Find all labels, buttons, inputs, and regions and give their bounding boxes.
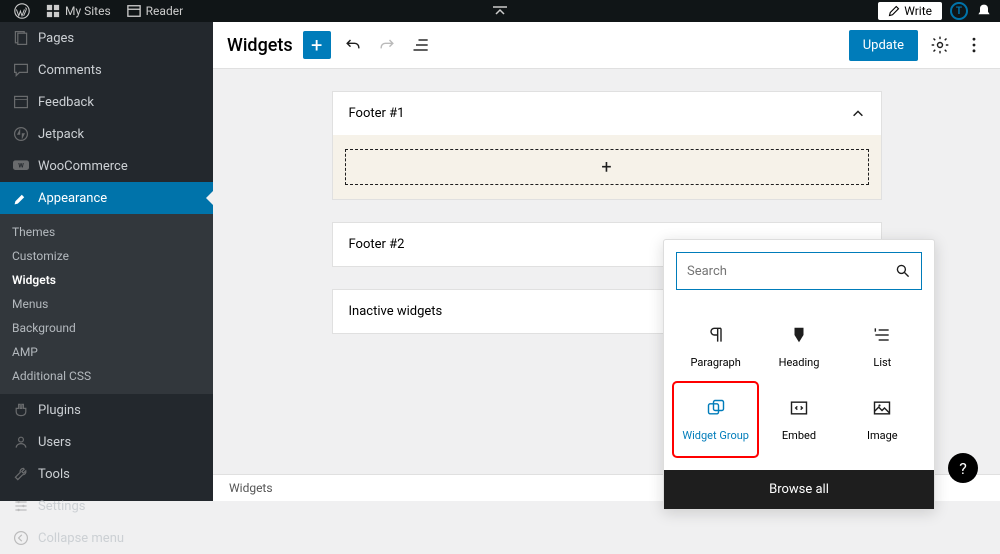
feedback-icon bbox=[12, 93, 30, 111]
notifications-icon[interactable] bbox=[976, 3, 992, 19]
submenu-menus[interactable]: Menus bbox=[0, 292, 213, 316]
submenu-amp[interactable]: AMP bbox=[0, 340, 213, 364]
appearance-submenu: Themes Customize Widgets Menus Backgroun… bbox=[0, 214, 213, 394]
breadcrumb-label: Widgets bbox=[229, 481, 273, 495]
svg-text:W: W bbox=[18, 162, 24, 170]
sidebar-item-plugins[interactable]: Plugins bbox=[0, 394, 213, 426]
sidebar-label: Appearance bbox=[38, 191, 107, 206]
block-label: List bbox=[873, 356, 891, 369]
sidebar-label: Comments bbox=[38, 63, 102, 78]
sidebar-label: Pages bbox=[38, 31, 74, 46]
reader-label: Reader bbox=[146, 4, 183, 18]
sidebar-item-pages[interactable]: Pages bbox=[0, 22, 213, 54]
write-button[interactable]: Write bbox=[878, 2, 942, 20]
sidebar-label: Users bbox=[38, 435, 71, 450]
block-label: Widget Group bbox=[682, 429, 749, 442]
wp-logo[interactable] bbox=[8, 3, 36, 19]
submenu-customize[interactable]: Customize bbox=[0, 244, 213, 268]
sidebar-item-feedback[interactable]: Feedback bbox=[0, 86, 213, 118]
block-label: Embed bbox=[782, 429, 816, 442]
admin-topbar: My Sites Reader Write T bbox=[0, 0, 1000, 22]
sidebar-item-appearance[interactable]: Appearance bbox=[0, 182, 213, 214]
collapse-icon bbox=[12, 529, 30, 547]
jetpack-icon bbox=[12, 125, 30, 143]
widget-area-title: Footer #1 bbox=[349, 106, 405, 121]
browse-all-button[interactable]: Browse all bbox=[664, 470, 934, 509]
block-option-heading[interactable]: Heading bbox=[757, 310, 840, 383]
inserter-search[interactable] bbox=[676, 252, 922, 290]
write-label: Write bbox=[904, 4, 932, 18]
settings-gear-icon[interactable] bbox=[928, 33, 952, 57]
appearance-icon bbox=[12, 189, 30, 207]
sidebar-label: WooCommerce bbox=[38, 159, 128, 174]
sidebar-item-woocommerce[interactable]: W WooCommerce bbox=[0, 150, 213, 182]
widget-group-icon bbox=[705, 397, 727, 419]
search-icon bbox=[895, 263, 911, 279]
heading-icon bbox=[788, 324, 810, 346]
block-option-widget-group[interactable]: Widget Group bbox=[674, 383, 757, 456]
editor-header: Widgets + Update bbox=[213, 22, 1000, 69]
sidebar-label: Tools bbox=[38, 467, 70, 482]
search-input[interactable] bbox=[687, 264, 895, 279]
more-options-icon[interactable] bbox=[962, 33, 986, 57]
sidebar-item-comments[interactable]: Comments bbox=[0, 54, 213, 86]
widget-area-footer-1: Footer #1 + bbox=[332, 91, 882, 200]
widget-area-title: Footer #2 bbox=[349, 237, 405, 252]
redo-button[interactable] bbox=[375, 33, 399, 57]
block-option-paragraph[interactable]: Paragraph bbox=[674, 310, 757, 383]
chevron-up-icon bbox=[851, 107, 865, 121]
woocommerce-icon: W bbox=[12, 157, 30, 175]
scroll-top-icon[interactable] bbox=[493, 6, 507, 16]
undo-button[interactable] bbox=[341, 33, 365, 57]
user-avatar[interactable]: T bbox=[950, 2, 968, 20]
sidebar-collapse[interactable]: Collapse menu bbox=[0, 522, 213, 554]
block-option-embed[interactable]: Embed bbox=[757, 383, 840, 456]
widget-area-header[interactable]: Footer #1 bbox=[333, 92, 881, 135]
sidebar-label: Plugins bbox=[38, 403, 81, 418]
plugin-icon bbox=[12, 401, 30, 419]
list-icon bbox=[871, 324, 893, 346]
add-block-appender[interactable]: + bbox=[345, 149, 869, 185]
widget-area-title: Inactive widgets bbox=[349, 304, 443, 319]
update-button[interactable]: Update bbox=[849, 30, 918, 61]
sidebar-item-users[interactable]: Users bbox=[0, 426, 213, 458]
widgets-canvas: Footer #1 + Footer #2 Inactive widgets bbox=[213, 69, 1000, 501]
tools-icon bbox=[12, 465, 30, 483]
block-label: Paragraph bbox=[691, 356, 741, 369]
block-inserter-popover: Paragraph Heading List Widget Group Embe… bbox=[663, 239, 935, 510]
image-icon bbox=[871, 397, 893, 419]
sidebar-label: Jetpack bbox=[38, 127, 84, 142]
my-sites-link[interactable]: My Sites bbox=[40, 4, 117, 18]
block-option-image[interactable]: Image bbox=[841, 383, 924, 456]
submenu-themes[interactable]: Themes bbox=[0, 220, 213, 244]
comment-icon bbox=[12, 61, 30, 79]
block-label: Heading bbox=[779, 356, 820, 369]
admin-sidebar: Pages Comments Feedback Jetpack W WooComm… bbox=[0, 22, 213, 501]
page-icon bbox=[12, 29, 30, 47]
submenu-background[interactable]: Background bbox=[0, 316, 213, 340]
embed-icon bbox=[788, 397, 810, 419]
block-option-list[interactable]: List bbox=[841, 310, 924, 383]
submenu-additional-css[interactable]: Additional CSS bbox=[0, 364, 213, 388]
settings-icon bbox=[12, 497, 30, 515]
users-icon bbox=[12, 433, 30, 451]
sidebar-item-settings[interactable]: Settings bbox=[0, 490, 213, 522]
my-sites-label: My Sites bbox=[65, 4, 111, 18]
reader-link[interactable]: Reader bbox=[121, 4, 189, 18]
sidebar-item-tools[interactable]: Tools bbox=[0, 458, 213, 490]
sidebar-item-jetpack[interactable]: Jetpack bbox=[0, 118, 213, 150]
sidebar-label: Feedback bbox=[38, 95, 94, 110]
paragraph-icon bbox=[705, 324, 727, 346]
submenu-widgets[interactable]: Widgets bbox=[0, 268, 213, 292]
help-button[interactable]: ? bbox=[948, 453, 978, 483]
page-title: Widgets bbox=[227, 35, 293, 56]
block-label: Image bbox=[867, 429, 898, 442]
add-block-button[interactable]: + bbox=[303, 31, 331, 59]
sidebar-label: Collapse menu bbox=[38, 531, 124, 546]
list-view-button[interactable] bbox=[409, 33, 433, 57]
